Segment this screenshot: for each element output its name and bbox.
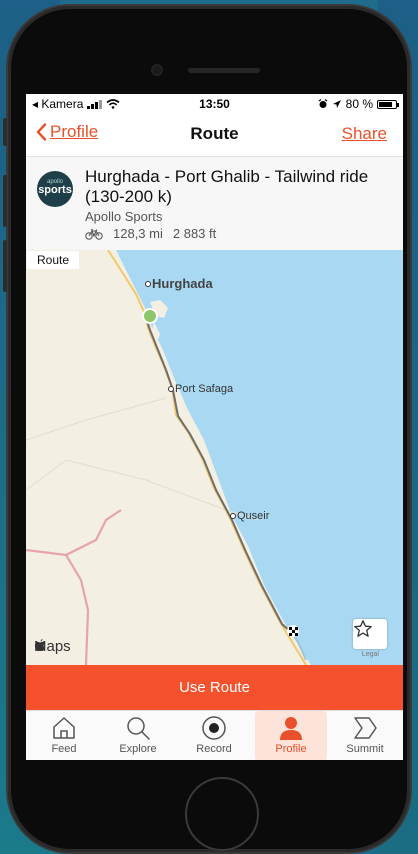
home-button[interactable] [185,777,259,851]
route-distance: 128,3 mi [113,226,163,241]
earpiece-speaker [188,68,260,73]
place-hurghada: Hurghada [145,276,213,291]
tab-profile[interactable]: Profile [255,711,327,760]
share-button[interactable]: Share [342,124,387,144]
place-quseir: Quseir [230,510,269,522]
maps-attribution: Maps [34,638,71,655]
favorite-button[interactable] [353,619,387,649]
border-line [26,548,67,557]
tab-summit-label: Summit [346,743,384,755]
route-title: Hurghada - Port Ghalib - Tailwind ride (… [85,167,369,206]
front-camera [151,64,163,76]
route-stats: 128,3 mi 2 883 ft [85,226,216,241]
volume-up-button[interactable] [3,175,7,227]
route-elevation: 2 883 ft [172,226,217,241]
battery-percent: 80 % [345,97,373,111]
app-screen: ◂ Kamera 13:50 80 % Profile Route Share … [26,94,403,760]
city-dot-icon [230,513,236,519]
profile-icon [280,717,302,740]
logo-large-text: sports [38,184,72,196]
home-icon [53,717,75,739]
apple-logo-icon [34,639,45,652]
route-owner[interactable]: Apollo Sports [85,209,162,224]
battery-icon [377,99,399,109]
tab-feed-label: Feed [51,743,77,755]
border-line [64,509,122,665]
navigation-bar: Profile Route Share [26,114,403,157]
minor-road [26,459,67,491]
alarm-icon [318,99,328,108]
tab-explore-label: Explore [119,743,157,755]
minor-road [26,397,167,441]
club-logo[interactable]: apollo sports [37,171,73,207]
place-safaga: Port Safaga [168,383,233,395]
map-canvas [26,250,403,665]
search-icon [127,717,150,740]
city-dot-icon [145,280,151,287]
tab-feed[interactable]: Feed [28,711,100,760]
bike-icon [85,228,103,240]
tab-record[interactable]: Record [178,711,250,760]
summit-icon [354,717,377,739]
star-icon [354,620,372,637]
route-header: apollo sports Hurghada - Port Ghalib - T… [26,157,403,250]
tab-explore[interactable]: Explore [102,711,174,760]
tab-record-label: Record [196,743,232,755]
use-route-button[interactable]: Use Route [26,665,403,710]
tab-summit[interactable]: Summit [329,711,401,760]
record-icon [202,716,226,740]
city-dot-icon [168,386,174,392]
status-bar: ◂ Kamera 13:50 80 % [26,94,403,114]
tab-bar: Feed Explore Record Profile Summit [26,710,403,760]
location-icon [332,100,341,108]
finish-marker[interactable] [287,625,299,637]
volume-down-button[interactable] [3,240,7,292]
place-hurghada-label: Hurghada [152,276,213,291]
place-safaga-label: Port Safaga [175,383,234,395]
mute-switch[interactable] [3,118,7,146]
route-map[interactable]: Route Hurghada Port Safaga Quseir Maps L… [26,250,403,665]
route-map-tag: Route [27,251,80,269]
tab-profile-label: Profile [275,743,307,755]
battery-fill [379,101,392,107]
legal-link[interactable]: Legal [362,651,379,658]
start-marker[interactable] [142,308,158,324]
place-quseir-label: Quseir [237,510,270,522]
